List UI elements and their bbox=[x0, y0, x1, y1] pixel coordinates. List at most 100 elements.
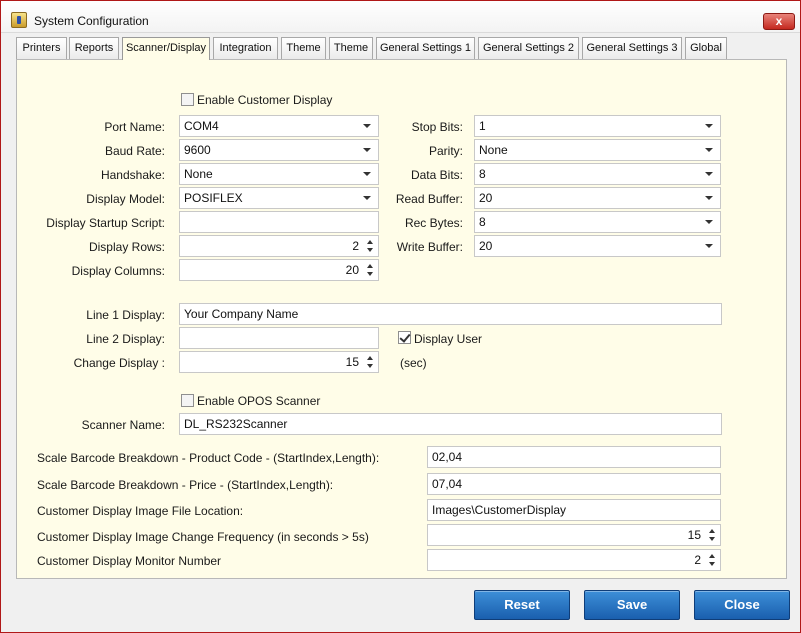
rec-bytes-value: 8 bbox=[479, 215, 486, 229]
product-code-breakdown-label: Scale Barcode Breakdown - Product Code -… bbox=[37, 451, 380, 465]
chevron-down-icon bbox=[363, 196, 371, 200]
display-columns-spinner[interactable]: 20 bbox=[179, 259, 379, 281]
read-buffer-label: Read Buffer: bbox=[395, 192, 463, 206]
baud-rate-select[interactable]: 9600 bbox=[179, 139, 379, 161]
stop-bits-label: Stop Bits: bbox=[411, 120, 463, 134]
handshake-label: Handshake: bbox=[100, 168, 165, 182]
port-name-value: COM4 bbox=[184, 119, 219, 133]
write-buffer-label: Write Buffer: bbox=[396, 240, 463, 254]
rec-bytes-label: Rec Bytes: bbox=[404, 216, 463, 230]
save-button[interactable]: Save bbox=[584, 590, 680, 620]
change-display-label: Change Display : bbox=[73, 356, 165, 370]
parity-value: None bbox=[479, 143, 508, 157]
stop-bits-value: 1 bbox=[479, 119, 486, 133]
baud-rate-label: Baud Rate: bbox=[104, 144, 165, 158]
monitor-number-value: 2 bbox=[694, 553, 701, 567]
display-user-checkbox[interactable] bbox=[398, 331, 411, 344]
line-1-display-label: Line 1 Display: bbox=[86, 308, 165, 322]
display-user-label: Display User bbox=[414, 332, 483, 346]
image-location-input[interactable]: Images\CustomerDisplay bbox=[427, 499, 721, 521]
tab-printers[interactable]: Printers bbox=[16, 37, 67, 59]
title-bar: System Configuration x bbox=[1, 1, 800, 33]
image-frequency-value: 15 bbox=[687, 528, 701, 542]
tab-theme-2[interactable]: Theme bbox=[329, 37, 373, 59]
display-rows-label: Display Rows: bbox=[88, 240, 165, 254]
tab-integration[interactable]: Integration bbox=[213, 37, 278, 59]
price-breakdown-input[interactable]: 07,04 bbox=[427, 473, 721, 495]
tab-general-settings-1[interactable]: General Settings 1 bbox=[376, 37, 475, 59]
read-buffer-select[interactable]: 20 bbox=[474, 187, 721, 209]
spin-down-icon[interactable] bbox=[709, 562, 715, 566]
write-buffer-value: 20 bbox=[479, 239, 493, 253]
port-name-select[interactable]: COM4 bbox=[179, 115, 379, 137]
enable-customer-display-label: Enable Customer Display bbox=[197, 93, 333, 107]
change-display-value: 15 bbox=[345, 355, 359, 369]
spin-up-icon[interactable] bbox=[367, 240, 373, 244]
data-bits-select[interactable]: 8 bbox=[474, 163, 721, 185]
app-icon bbox=[11, 12, 27, 28]
chevron-down-icon bbox=[705, 124, 713, 128]
tab-general-settings-2[interactable]: General Settings 2 bbox=[478, 37, 579, 59]
display-columns-label: Display Columns: bbox=[71, 264, 165, 278]
product-code-breakdown-input[interactable]: 02,04 bbox=[427, 446, 721, 468]
monitor-number-label: Customer Display Monitor Number bbox=[37, 554, 222, 568]
price-breakdown-label: Scale Barcode Breakdown - Price - (Start… bbox=[37, 478, 334, 492]
line-2-display-input[interactable] bbox=[179, 327, 379, 349]
monitor-number-spinner[interactable]: 2 bbox=[427, 549, 721, 571]
read-buffer-value: 20 bbox=[479, 191, 493, 205]
spin-down-icon[interactable] bbox=[367, 364, 373, 368]
chevron-down-icon bbox=[363, 148, 371, 152]
image-frequency-label: Customer Display Image Change Frequency … bbox=[37, 530, 369, 544]
image-frequency-spinner[interactable]: 15 bbox=[427, 524, 721, 546]
display-startup-script-label: Display Startup Script: bbox=[46, 216, 165, 230]
enable-opos-scanner-label: Enable OPOS Scanner bbox=[197, 394, 321, 408]
parity-select[interactable]: None bbox=[474, 139, 721, 161]
display-rows-spinner[interactable]: 2 bbox=[179, 235, 379, 257]
handshake-select[interactable]: None bbox=[179, 163, 379, 185]
chevron-down-icon bbox=[705, 244, 713, 248]
system-configuration-window: System Configuration x Printers Reports … bbox=[0, 0, 801, 633]
image-location-label: Customer Display Image File Location: bbox=[37, 504, 244, 518]
spin-up-icon[interactable] bbox=[367, 264, 373, 268]
display-model-value: POSIFLEX bbox=[184, 191, 243, 205]
display-rows-value: 2 bbox=[352, 239, 359, 253]
display-startup-script-input[interactable] bbox=[179, 211, 379, 233]
spin-down-icon[interactable] bbox=[367, 272, 373, 276]
tab-global[interactable]: Global bbox=[685, 37, 727, 59]
enable-customer-display-checkbox[interactable] bbox=[181, 93, 194, 106]
write-buffer-select[interactable]: 20 bbox=[474, 235, 721, 257]
tab-theme[interactable]: Theme bbox=[281, 37, 326, 59]
chevron-down-icon bbox=[705, 148, 713, 152]
rec-bytes-select[interactable]: 8 bbox=[474, 211, 721, 233]
handshake-value: None bbox=[184, 167, 213, 181]
spin-down-icon[interactable] bbox=[367, 248, 373, 252]
port-name-label: Port Name: bbox=[104, 120, 165, 134]
change-display-spinner[interactable]: 15 bbox=[179, 351, 379, 373]
display-model-select[interactable]: POSIFLEX bbox=[179, 187, 379, 209]
stop-bits-select[interactable]: 1 bbox=[474, 115, 721, 137]
tab-scanner-display[interactable]: Scanner/Display bbox=[122, 37, 210, 60]
display-columns-value: 20 bbox=[345, 263, 359, 277]
tab-general-settings-3[interactable]: General Settings 3 bbox=[582, 37, 682, 59]
line-1-display-input[interactable]: Your Company Name bbox=[179, 303, 722, 325]
baud-rate-value: 9600 bbox=[184, 143, 211, 157]
data-bits-label: Data Bits: bbox=[410, 168, 463, 182]
scanner-name-label: Scanner Name: bbox=[81, 418, 165, 432]
spin-up-icon[interactable] bbox=[367, 356, 373, 360]
data-bits-value: 8 bbox=[479, 167, 486, 181]
close-button[interactable]: Close bbox=[694, 590, 790, 620]
spin-up-icon[interactable] bbox=[709, 529, 715, 533]
enable-opos-scanner-checkbox[interactable] bbox=[181, 394, 194, 407]
chevron-down-icon bbox=[705, 220, 713, 224]
scanner-name-input[interactable]: DL_RS232Scanner bbox=[179, 413, 722, 435]
window-close-button[interactable]: x bbox=[763, 13, 795, 30]
reset-button[interactable]: Reset bbox=[474, 590, 570, 620]
spin-up-icon[interactable] bbox=[709, 554, 715, 558]
chevron-down-icon bbox=[705, 196, 713, 200]
spin-down-icon[interactable] bbox=[709, 537, 715, 541]
chevron-down-icon bbox=[363, 124, 371, 128]
display-model-label: Display Model: bbox=[86, 192, 165, 206]
line-2-display-label: Line 2 Display: bbox=[86, 332, 165, 346]
chevron-down-icon bbox=[363, 172, 371, 176]
tab-reports[interactable]: Reports bbox=[69, 37, 119, 59]
